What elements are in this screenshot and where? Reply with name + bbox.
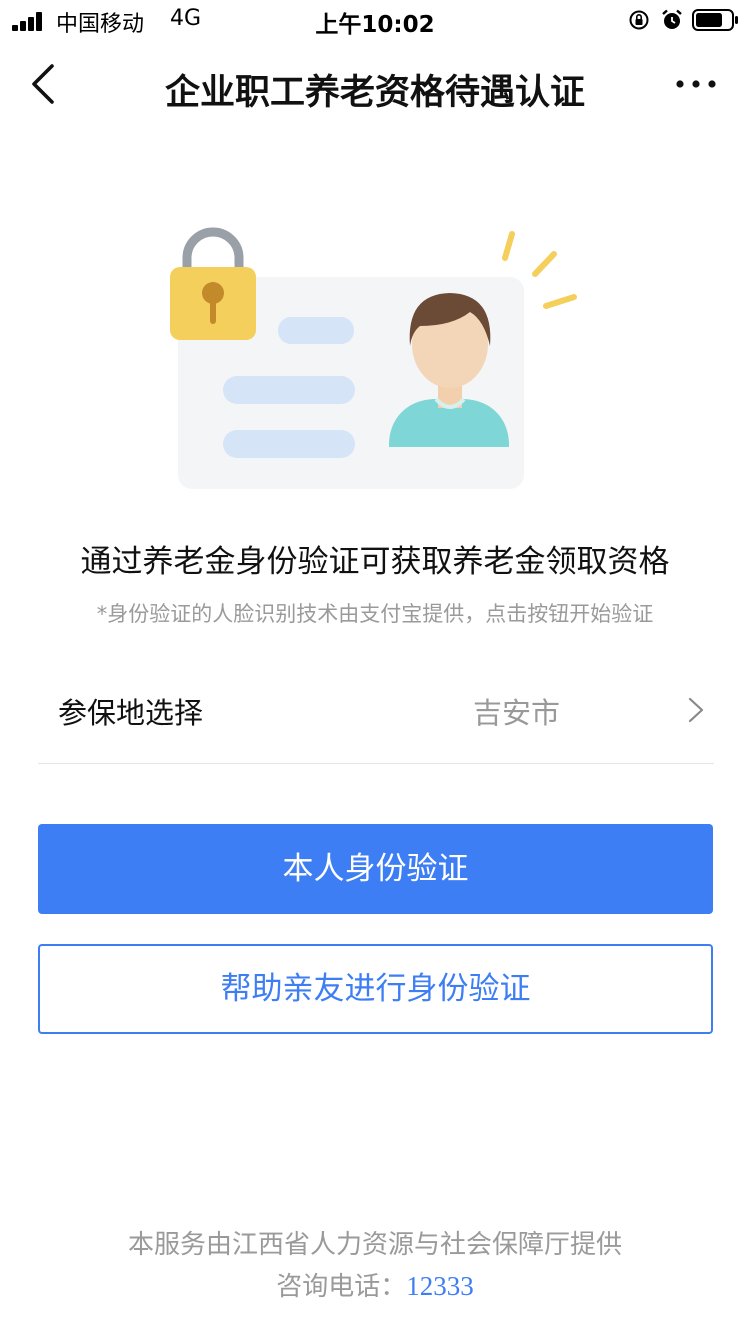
status-bar: 中国移动 4G 上午10:02 bbox=[0, 0, 750, 40]
nav-bar: 企业职工养老资格待遇认证 bbox=[0, 40, 750, 130]
help-relative-verify-button[interactable]: 帮助亲友进行身份验证 bbox=[38, 944, 713, 1034]
verification-headline: 通过养老金身份验证可获取养老金领取资格 bbox=[80, 544, 670, 580]
id-card-with-lock-illustration bbox=[170, 227, 577, 489]
page-title: 企业职工养老资格待遇认证 bbox=[164, 73, 585, 113]
region-label: 参保地选择 bbox=[58, 696, 204, 730]
chevron-right-icon bbox=[688, 697, 704, 723]
back-button[interactable] bbox=[24, 62, 64, 106]
phone-label: 咨询电话： bbox=[276, 1272, 407, 1302]
phone-number-link[interactable]: 12333 bbox=[406, 1271, 474, 1301]
battery-icon bbox=[692, 9, 738, 31]
consult-phone-line: 咨询电话：12333 bbox=[0, 1266, 750, 1303]
verification-note: *身份验证的人脸识别技术由支付宝提供，点击按钮开始验证 bbox=[96, 602, 654, 626]
more-dots-icon[interactable] bbox=[672, 68, 720, 100]
region-value: 吉安市 bbox=[473, 696, 561, 730]
insured-region-selector[interactable]: 参保地选择 吉安市 bbox=[38, 660, 714, 764]
orientation-lock-icon bbox=[629, 10, 649, 30]
alarm-icon bbox=[662, 9, 682, 29]
self-verify-button[interactable]: 本人身份验证 bbox=[38, 824, 713, 914]
service-provider-text: 本服务由江西省人力资源与社会保障厅提供 bbox=[127, 1230, 622, 1260]
